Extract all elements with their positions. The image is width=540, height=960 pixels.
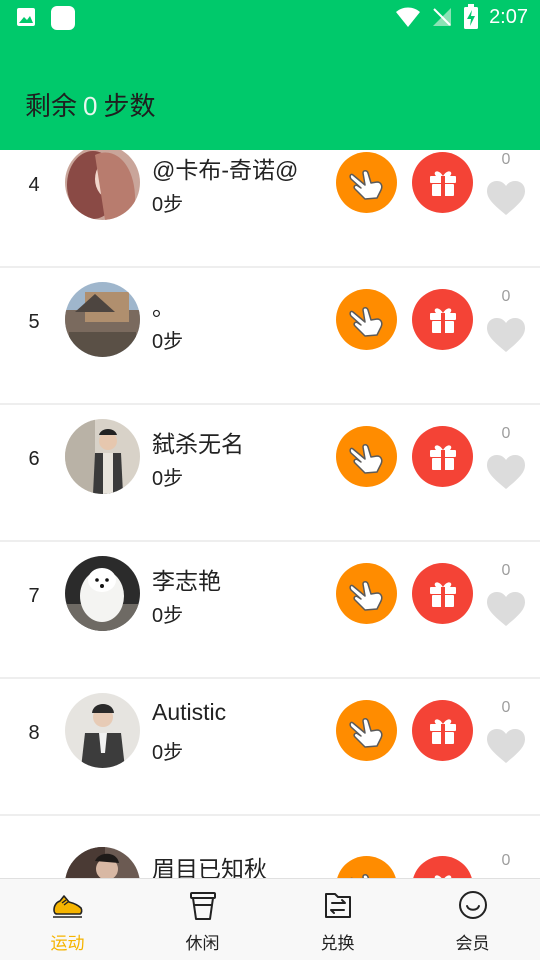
smile-face-icon xyxy=(458,891,487,919)
poke-button[interactable] xyxy=(336,152,397,213)
avatar[interactable] xyxy=(65,419,140,494)
gift-icon xyxy=(434,874,451,878)
remaining-steps-value: 0 xyxy=(83,91,98,121)
user-steps: 0步 xyxy=(152,742,184,764)
rank-number: 6 xyxy=(28,448,40,470)
avatar[interactable] xyxy=(65,282,140,357)
wifi-icon xyxy=(396,7,421,27)
remaining-label: 剩余 xyxy=(25,91,78,121)
app-notification-icon xyxy=(51,6,75,30)
user-steps: 0步 xyxy=(152,194,184,216)
rank-number: 8 xyxy=(28,722,40,744)
avatar[interactable] xyxy=(65,847,140,878)
gift-icon xyxy=(429,581,456,607)
exchange-doc-icon xyxy=(324,893,351,918)
hand-pointer-icon xyxy=(348,169,383,200)
gift-icon xyxy=(429,307,456,333)
tab-label: 兑换 xyxy=(320,934,355,953)
app-screen: 2:07 剩余 0 步数 4 @卡布-奇诺@ 0步 0 5 。 0步 0 6 弑… xyxy=(0,0,540,960)
rank-number: 5 xyxy=(28,311,40,333)
gift-button[interactable] xyxy=(412,289,473,350)
avatar[interactable] xyxy=(65,150,140,220)
like-count: 0 xyxy=(501,699,511,716)
like-count: 0 xyxy=(501,562,511,579)
tab-member[interactable]: 会员 xyxy=(405,879,540,960)
like-count: 0 xyxy=(501,151,511,168)
gift-button[interactable] xyxy=(412,563,473,624)
tab-label: 休闲 xyxy=(185,934,220,953)
user-name: Autistic xyxy=(152,699,227,725)
bottom-tab-bar: 运动 休闲 兑换 会员 xyxy=(0,878,540,960)
tab-label: 会员 xyxy=(455,934,490,953)
status-right: 2:07 xyxy=(395,4,528,30)
running-shoe-icon xyxy=(52,895,82,918)
hand-pointer-icon xyxy=(348,580,383,611)
rank-number: 7 xyxy=(28,585,40,607)
no-signal-icon xyxy=(433,8,452,26)
heart-icon[interactable] xyxy=(486,317,526,353)
user-steps: 0步 xyxy=(152,331,184,353)
poke-button[interactable] xyxy=(336,700,397,761)
remaining-steps-title: 剩余 0 步数 xyxy=(25,86,156,123)
list-item[interactable]: 5 。 0步 0 xyxy=(0,268,540,405)
list-item[interactable]: 4 @卡布-奇诺@ 0步 0 xyxy=(0,150,540,268)
heart-icon[interactable] xyxy=(486,454,526,490)
heart-icon[interactable] xyxy=(486,591,526,627)
poke-button[interactable] xyxy=(336,856,397,878)
avatar[interactable] xyxy=(65,556,140,631)
heart-icon[interactable] xyxy=(486,180,526,216)
like-count: 0 xyxy=(501,425,511,442)
gift-icon xyxy=(429,444,456,470)
avatar[interactable] xyxy=(65,693,140,768)
tab-exchange[interactable]: 兑换 xyxy=(270,879,405,960)
gift-button[interactable] xyxy=(412,426,473,487)
user-name: 。 xyxy=(152,294,175,320)
gift-button[interactable] xyxy=(412,152,473,213)
status-bar: 2:07 xyxy=(0,0,540,36)
rank-number: 4 xyxy=(28,174,40,196)
heart-icon[interactable] xyxy=(486,728,526,764)
user-name: 李志艳 xyxy=(152,568,221,594)
status-time: 2:07 xyxy=(489,5,528,28)
user-name: 眉目已知秋 xyxy=(152,856,267,878)
like-count: 0 xyxy=(501,288,511,305)
gift-button[interactable] xyxy=(412,856,473,878)
tab-leisure[interactable]: 休闲 xyxy=(135,879,270,960)
hand-pointer-icon xyxy=(349,873,369,878)
tab-sport[interactable]: 运动 xyxy=(0,879,135,960)
list-item[interactable]: 8 Autistic 0步 0 xyxy=(0,679,540,816)
gift-button[interactable] xyxy=(412,700,473,761)
user-name: 弑杀无名 xyxy=(152,431,244,457)
ranking-list[interactable]: 4 @卡布-奇诺@ 0步 0 5 。 0步 0 6 弑杀无名 0步 0 7 李志… xyxy=(0,150,540,878)
hand-pointer-icon xyxy=(348,306,383,337)
user-name: @卡布-奇诺@ xyxy=(152,157,299,183)
user-steps: 0步 xyxy=(152,468,184,490)
image-notification-icon xyxy=(17,8,35,26)
poke-button[interactable] xyxy=(336,289,397,350)
poke-button[interactable] xyxy=(336,426,397,487)
status-left xyxy=(14,5,76,31)
hand-pointer-icon xyxy=(348,443,383,474)
gift-icon xyxy=(429,718,456,744)
list-item[interactable]: 7 李志艳 0步 0 xyxy=(0,542,540,679)
gift-icon xyxy=(429,170,456,196)
like-count: 0 xyxy=(501,852,511,869)
tab-label: 运动 xyxy=(50,934,85,953)
battery-charging-icon xyxy=(464,4,479,29)
user-steps: 0步 xyxy=(152,605,184,627)
hand-pointer-icon xyxy=(348,717,383,748)
app-header: 剩余 0 步数 xyxy=(0,36,540,150)
list-item[interactable]: 眉目已知秋 0 xyxy=(0,816,540,878)
list-item[interactable]: 6 弑杀无名 0步 0 xyxy=(0,405,540,542)
coffee-cup-icon xyxy=(189,892,216,920)
poke-button[interactable] xyxy=(336,563,397,624)
steps-label: 步数 xyxy=(103,91,156,121)
